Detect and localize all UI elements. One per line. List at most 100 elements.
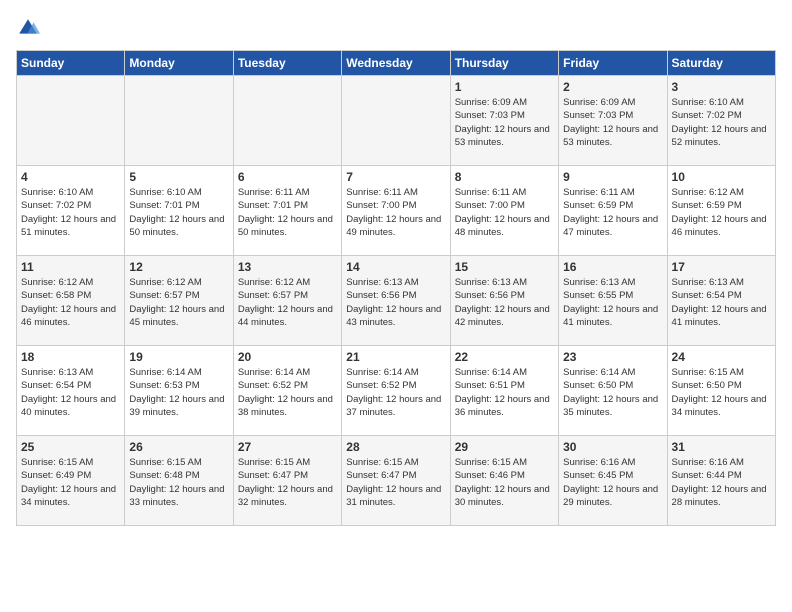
day-info: Sunrise: 6:12 AM Sunset: 6:57 PM Dayligh… <box>129 276 228 329</box>
day-number: 14 <box>346 260 445 274</box>
day-number: 3 <box>672 80 771 94</box>
day-info: Sunrise: 6:09 AM Sunset: 7:03 PM Dayligh… <box>563 96 662 149</box>
day-info: Sunrise: 6:11 AM Sunset: 7:00 PM Dayligh… <box>455 186 554 239</box>
day-number: 22 <box>455 350 554 364</box>
calendar-cell: 23Sunrise: 6:14 AM Sunset: 6:50 PM Dayli… <box>559 346 667 436</box>
day-info: Sunrise: 6:15 AM Sunset: 6:50 PM Dayligh… <box>672 366 771 419</box>
calendar-cell: 14 Sunrise: 6:13 AM Sunset: 6:56 PM Dayli… <box>342 256 450 346</box>
calendar-cell: 27 Sunrise: 6:15 AM Sunset: 6:47 PM Dayli… <box>233 436 341 526</box>
logo <box>16 16 44 40</box>
day-number: 17 <box>672 260 771 274</box>
calendar-cell: 13 Sunrise: 6:12 AM Sunset: 6:57 PM Dayli… <box>233 256 341 346</box>
calendar-week-row: 4 Sunrise: 6:10 AM Sunset: 7:02 PM Daylig… <box>17 166 776 256</box>
calendar-cell: 28Sunrise: 6:15 AM Sunset: 6:47 PM Dayli… <box>342 436 450 526</box>
calendar-cell: 18 Sunrise: 6:13 AM Sunset: 6:54 PM Dayli… <box>17 346 125 436</box>
day-number: 16 <box>563 260 662 274</box>
day-info: Sunrise: 6:12 AM Sunset: 6:57 PM Dayligh… <box>238 276 337 329</box>
day-number: 26 <box>129 440 228 454</box>
day-info: Sunrise: 6:12 AM Sunset: 6:59 PM Dayligh… <box>672 186 771 239</box>
day-info: Sunrise: 6:10 AM Sunset: 7:02 PM Dayligh… <box>672 96 771 149</box>
day-number: 4 <box>21 170 120 184</box>
day-info: Sunrise: 6:10 AM Sunset: 7:01 PM Dayligh… <box>129 186 228 239</box>
day-info: Sunrise: 6:13 AM Sunset: 6:56 PM Dayligh… <box>455 276 554 329</box>
day-info: Sunrise: 6:11 AM Sunset: 6:59 PM Dayligh… <box>563 186 662 239</box>
weekday-header-thursday: Thursday <box>450 51 558 76</box>
day-number: 12 <box>129 260 228 274</box>
calendar-cell: 9 Sunrise: 6:11 AM Sunset: 6:59 PM Daylig… <box>559 166 667 256</box>
day-info: Sunrise: 6:11 AM Sunset: 7:00 PM Dayligh… <box>346 186 445 239</box>
calendar-cell: 19 Sunrise: 6:14 AM Sunset: 6:53 PM Dayli… <box>125 346 233 436</box>
calendar-cell <box>233 76 341 166</box>
weekday-header-saturday: Saturday <box>667 51 775 76</box>
day-info: Sunrise: 6:14 AM Sunset: 6:52 PM Dayligh… <box>346 366 445 419</box>
calendar-cell: 11Sunrise: 6:12 AM Sunset: 6:58 PM Dayli… <box>17 256 125 346</box>
day-info: Sunrise: 6:13 AM Sunset: 6:56 PM Dayligh… <box>346 276 445 329</box>
calendar-week-row: 11Sunrise: 6:12 AM Sunset: 6:58 PM Dayli… <box>17 256 776 346</box>
calendar-cell: 15Sunrise: 6:13 AM Sunset: 6:56 PM Dayli… <box>450 256 558 346</box>
day-info: Sunrise: 6:16 AM Sunset: 6:45 PM Dayligh… <box>563 456 662 509</box>
day-number: 10 <box>672 170 771 184</box>
day-info: Sunrise: 6:15 AM Sunset: 6:48 PM Dayligh… <box>129 456 228 509</box>
calendar-cell: 1Sunrise: 6:09 AM Sunset: 7:03 PM Daylig… <box>450 76 558 166</box>
calendar-cell: 10 Sunrise: 6:12 AM Sunset: 6:59 PM Dayli… <box>667 166 775 256</box>
day-number: 25 <box>21 440 120 454</box>
day-info: Sunrise: 6:13 AM Sunset: 6:54 PM Dayligh… <box>21 366 120 419</box>
calendar-cell: 6 Sunrise: 6:11 AM Sunset: 7:01 PM Daylig… <box>233 166 341 256</box>
day-info: Sunrise: 6:16 AM Sunset: 6:44 PM Dayligh… <box>672 456 771 509</box>
day-number: 23 <box>563 350 662 364</box>
calendar-cell: 24Sunrise: 6:15 AM Sunset: 6:50 PM Dayli… <box>667 346 775 436</box>
day-info: Sunrise: 6:10 AM Sunset: 7:02 PM Dayligh… <box>21 186 120 239</box>
weekday-header-friday: Friday <box>559 51 667 76</box>
calendar-cell: 31 Sunrise: 6:16 AM Sunset: 6:44 PM Dayli… <box>667 436 775 526</box>
day-number: 9 <box>563 170 662 184</box>
weekday-header-sunday: Sunday <box>17 51 125 76</box>
day-number: 13 <box>238 260 337 274</box>
day-info: Sunrise: 6:15 AM Sunset: 6:46 PM Dayligh… <box>455 456 554 509</box>
weekday-header-row: SundayMondayTuesdayWednesdayThursdayFrid… <box>17 51 776 76</box>
day-number: 1 <box>455 80 554 94</box>
day-number: 30 <box>563 440 662 454</box>
calendar-cell: 7Sunrise: 6:11 AM Sunset: 7:00 PM Daylig… <box>342 166 450 256</box>
calendar-week-row: 25Sunrise: 6:15 AM Sunset: 6:49 PM Dayli… <box>17 436 776 526</box>
day-number: 28 <box>346 440 445 454</box>
day-info: Sunrise: 6:15 AM Sunset: 6:47 PM Dayligh… <box>238 456 337 509</box>
calendar-cell: 5 Sunrise: 6:10 AM Sunset: 7:01 PM Daylig… <box>125 166 233 256</box>
day-number: 31 <box>672 440 771 454</box>
day-info: Sunrise: 6:11 AM Sunset: 7:01 PM Dayligh… <box>238 186 337 239</box>
day-number: 19 <box>129 350 228 364</box>
calendar-cell <box>342 76 450 166</box>
day-info: Sunrise: 6:14 AM Sunset: 6:53 PM Dayligh… <box>129 366 228 419</box>
calendar-cell: 29 Sunrise: 6:15 AM Sunset: 6:46 PM Dayli… <box>450 436 558 526</box>
calendar-cell: 8Sunrise: 6:11 AM Sunset: 7:00 PM Daylig… <box>450 166 558 256</box>
weekday-header-monday: Monday <box>125 51 233 76</box>
day-number: 18 <box>21 350 120 364</box>
day-info: Sunrise: 6:13 AM Sunset: 6:54 PM Dayligh… <box>672 276 771 329</box>
calendar-week-row: 1 Sunrise: 6:09 AM Sunset: 7:03 PM Daylig… <box>17 76 776 166</box>
weekday-header-tuesday: Tuesday <box>233 51 341 76</box>
calendar-cell: 17 Sunrise: 6:13 AM Sunset: 6:54 PM Dayli… <box>667 256 775 346</box>
day-number: 5 <box>129 170 228 184</box>
day-number: 29 <box>455 440 554 454</box>
day-number: 2 <box>563 80 662 94</box>
day-number: 6 <box>238 170 337 184</box>
page-header <box>16 16 776 40</box>
calendar-cell <box>17 76 125 166</box>
day-number: 27 <box>238 440 337 454</box>
calendar-cell: 22Sunrise: 6:14 AM Sunset: 6:51 PM Dayli… <box>450 346 558 436</box>
calendar-cell: 21 Sunrise: 6:14 AM Sunset: 6:52 PM Dayli… <box>342 346 450 436</box>
day-number: 11 <box>21 260 120 274</box>
calendar-cell: 20Sunrise: 6:14 AM Sunset: 6:52 PM Dayli… <box>233 346 341 436</box>
day-number: 21 <box>346 350 445 364</box>
calendar-cell: 2 Sunrise: 6:09 AM Sunset: 7:03 PM Daylig… <box>559 76 667 166</box>
day-number: 20 <box>238 350 337 364</box>
calendar-cell: 25Sunrise: 6:15 AM Sunset: 6:49 PM Dayli… <box>17 436 125 526</box>
calendar-cell: 4 Sunrise: 6:10 AM Sunset: 7:02 PM Daylig… <box>17 166 125 256</box>
calendar-body: 1 Sunrise: 6:09 AM Sunset: 7:03 PM Daylig… <box>17 76 776 526</box>
calendar-week-row: 18 Sunrise: 6:13 AM Sunset: 6:54 PM Dayli… <box>17 346 776 436</box>
calendar-table: SundayMondayTuesdayWednesdayThursdayFrid… <box>16 50 776 526</box>
calendar-cell: 16Sunrise: 6:13 AM Sunset: 6:55 PM Dayli… <box>559 256 667 346</box>
calendar-header: SundayMondayTuesdayWednesdayThursdayFrid… <box>17 51 776 76</box>
weekday-header-wednesday: Wednesday <box>342 51 450 76</box>
calendar-cell <box>125 76 233 166</box>
logo-icon <box>16 16 40 40</box>
